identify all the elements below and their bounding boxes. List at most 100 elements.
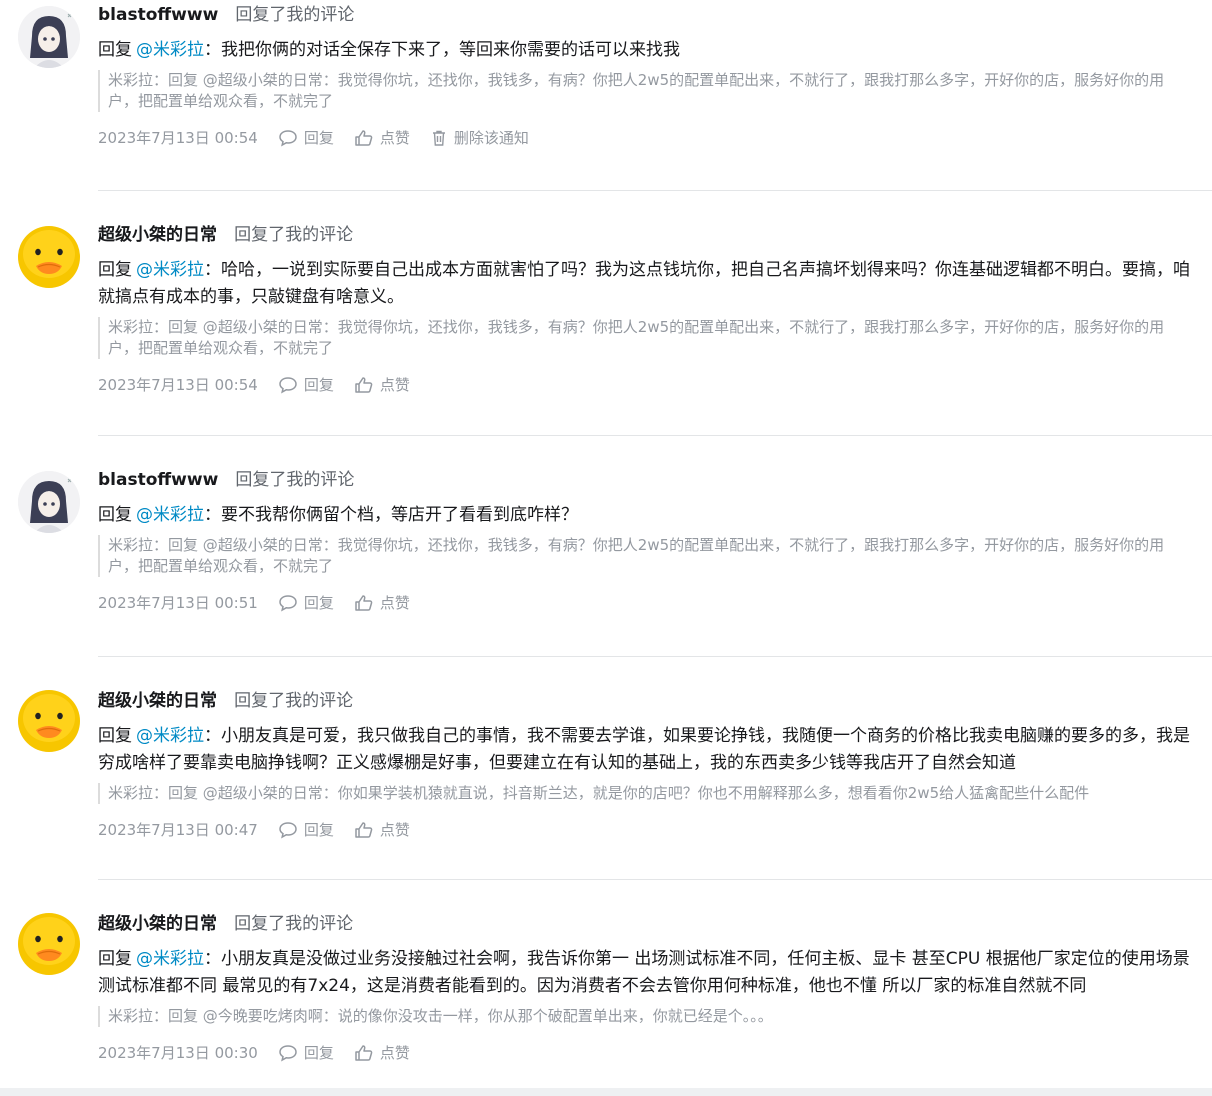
divider [98,435,1212,436]
avatar[interactable] [18,690,80,752]
reply-button[interactable]: 回复 [278,126,334,150]
yellow-duck-avatar-icon [18,690,80,752]
timestamp: 2023年7月13日 00:54 [98,376,258,394]
quoted-comment[interactable]: 米彩拉：回复 @超级小桀的日常：我觉得你坑，还找你，我钱多，有病？你把人2w5的… [98,535,1192,577]
notification-meta: 2023年7月13日 00:30 回复 点赞 [98,1041,1192,1065]
anime-girl-avatar-icon [18,6,80,68]
reply-text: 回复 @米彩拉：小朋友真是可爱，我只做我自己的事情，我不需要去学谁，如果要论挣钱，… [98,723,1192,777]
quoted-comment[interactable]: 米彩拉：回复 @超级小桀的日常：我觉得你坑，还找你，我钱多，有病？你把人2w5的… [98,70,1192,112]
notification-content: 超级小桀的日常 回复了我的评论 回复 @米彩拉：小朋友真是可爱，我只做我自己的事情… [98,688,1192,842]
thumbs-up-icon [355,377,373,393]
mention-link[interactable]: @米彩拉 [136,40,204,60]
thumbs-up-icon [355,822,373,838]
notification-header: 超级小桀的日常 回复了我的评论 [98,222,1192,248]
notification-header: 超级小桀的日常 回复了我的评论 [98,688,1192,714]
avatar[interactable] [18,913,80,975]
like-label: 点赞 [379,594,410,612]
quoted-comment[interactable]: 米彩拉：回复 @今晚要吃烤肉啊：说的像你没攻击一样，你从那个破配置单出来，你就已… [98,1006,1192,1027]
notification-content: blastoffwww 回复了我的评论 回复 @米彩拉：我把你俩的对话全保存下来了… [98,2,1192,150]
reply-body: ：小朋友真是可爱，我只做我自己的事情，我不需要去学谁，如果要论挣钱，我随便一个商… [98,726,1190,773]
comment-icon [279,130,297,147]
username-link[interactable]: blastoffwww [98,470,218,490]
reply-label: 回复 [303,1044,334,1062]
notification-header: 超级小桀的日常 回复了我的评论 [98,911,1192,937]
comment-icon [279,377,297,394]
comment-icon [279,595,297,612]
notification-feed: blastoffwww 回复了我的评论 回复 @米彩拉：我把你俩的对话全保存下来了… [0,0,1212,1088]
reply-label: 回复 [303,594,334,612]
quoted-comment[interactable]: 米彩拉：回复 @超级小桀的日常：我觉得你坑，还找你，我钱多，有病？你把人2w5的… [98,317,1192,359]
comment-icon [279,1045,297,1062]
avatar[interactable] [18,226,80,288]
mention-link[interactable]: @米彩拉 [136,505,204,525]
username-link[interactable]: blastoffwww [98,5,218,25]
mention-link[interactable]: @米彩拉 [136,726,204,746]
reply-text: 回复 @米彩拉：要不我帮你俩留个档，等店开了看看到底咋样？ [98,502,1192,529]
like-label: 点赞 [379,1044,410,1062]
avatar[interactable] [18,471,80,533]
trash-icon [432,130,445,146]
username-link[interactable]: 超级小桀的日常 [98,914,217,934]
reply-label: 回复 [303,129,334,147]
like-button[interactable]: 点赞 [354,591,410,615]
reply-text: 回复 @米彩拉：哈哈，一说到实际要自己出成本方面就害怕了吗？我为这点钱坑你，把自己… [98,257,1192,311]
username-link[interactable]: 超级小桀的日常 [98,691,217,711]
like-label: 点赞 [379,821,410,839]
thumbs-up-icon [355,130,373,146]
action-text: 回复了我的评论 [235,470,355,490]
reply-body: ：我把你俩的对话全保存下来了，等回来你需要的话可以来找我 [204,40,680,60]
action-text: 回复了我的评论 [235,5,355,25]
anime-girl-avatar-icon [18,471,80,533]
notification-content: 超级小桀的日常 回复了我的评论 回复 @米彩拉：小朋友真是没做过业务没接触过社会啊… [98,911,1192,1065]
reply-label: 回复 [303,821,334,839]
mention-link[interactable]: @米彩拉 [136,949,204,969]
reply-label: 回复 [303,376,334,394]
yellow-duck-avatar-icon [18,226,80,288]
reply-text: 回复 @米彩拉：小朋友真是没做过业务没接触过社会啊，我告诉你第一 出场测试标准不同… [98,946,1192,1000]
reply-prefix: 回复 [98,260,132,280]
divider [98,190,1212,191]
reply-button[interactable]: 回复 [278,818,334,842]
like-button[interactable]: 点赞 [354,373,410,397]
reply-text: 回复 @米彩拉：我把你俩的对话全保存下来了，等回来你需要的话可以来找我 [98,37,1192,64]
reply-button[interactable]: 回复 [278,591,334,615]
notification-header: blastoffwww 回复了我的评论 [98,467,1192,493]
reply-prefix: 回复 [98,726,132,746]
notification-content: blastoffwww 回复了我的评论 回复 @米彩拉：要不我帮你俩留个档，等店开… [98,467,1192,615]
notification-meta: 2023年7月13日 00:54 回复 点赞 删除该通知 [98,126,1192,150]
reply-prefix: 回复 [98,505,132,525]
delete-notification-button[interactable]: 删除该通知 [430,126,529,150]
timestamp: 2023年7月13日 00:51 [98,594,258,612]
reply-button[interactable]: 回复 [278,373,334,397]
divider [98,879,1212,880]
like-label: 点赞 [379,129,410,147]
timestamp: 2023年7月13日 00:47 [98,821,258,839]
yellow-duck-avatar-icon [18,913,80,975]
notification-content: 超级小桀的日常 回复了我的评论 回复 @米彩拉：哈哈，一说到实际要自己出成本方面就… [98,222,1192,397]
notification-meta: 2023年7月13日 00:51 回复 点赞 [98,591,1192,615]
reply-body: ：要不我帮你俩留个档，等店开了看看到底咋样？ [204,505,578,525]
like-label: 点赞 [379,376,410,394]
thumbs-up-icon [355,1045,373,1061]
quoted-comment[interactable]: 米彩拉：回复 @超级小桀的日常：你如果学装机猿就直说，抖音斯兰达，就是你的店吧？… [98,783,1192,804]
reply-button[interactable]: 回复 [278,1041,334,1065]
like-button[interactable]: 点赞 [354,1041,410,1065]
mention-link[interactable]: @米彩拉 [136,260,204,280]
divider [98,656,1212,657]
notification-header: blastoffwww 回复了我的评论 [98,2,1192,28]
reply-prefix: 回复 [98,40,132,60]
notification-meta: 2023年7月13日 00:47 回复 点赞 [98,818,1192,842]
avatar[interactable] [18,6,80,68]
username-link[interactable]: 超级小桀的日常 [98,225,217,245]
like-button[interactable]: 点赞 [354,818,410,842]
like-button[interactable]: 点赞 [354,126,410,150]
timestamp: 2023年7月13日 00:30 [98,1044,258,1062]
reply-body: ：小朋友真是没做过业务没接触过社会啊，我告诉你第一 出场测试标准不同，任何主板、… [98,949,1190,996]
bottom-bar [0,1088,1212,1096]
action-text: 回复了我的评论 [234,225,354,245]
reply-prefix: 回复 [98,949,132,969]
reply-body: ：哈哈，一说到实际要自己出成本方面就害怕了吗？我为这点钱坑你，把自己名声搞坏划得… [98,260,1190,307]
action-text: 回复了我的评论 [234,914,354,934]
delete-label: 删除该通知 [453,129,529,147]
comment-icon [279,822,297,839]
